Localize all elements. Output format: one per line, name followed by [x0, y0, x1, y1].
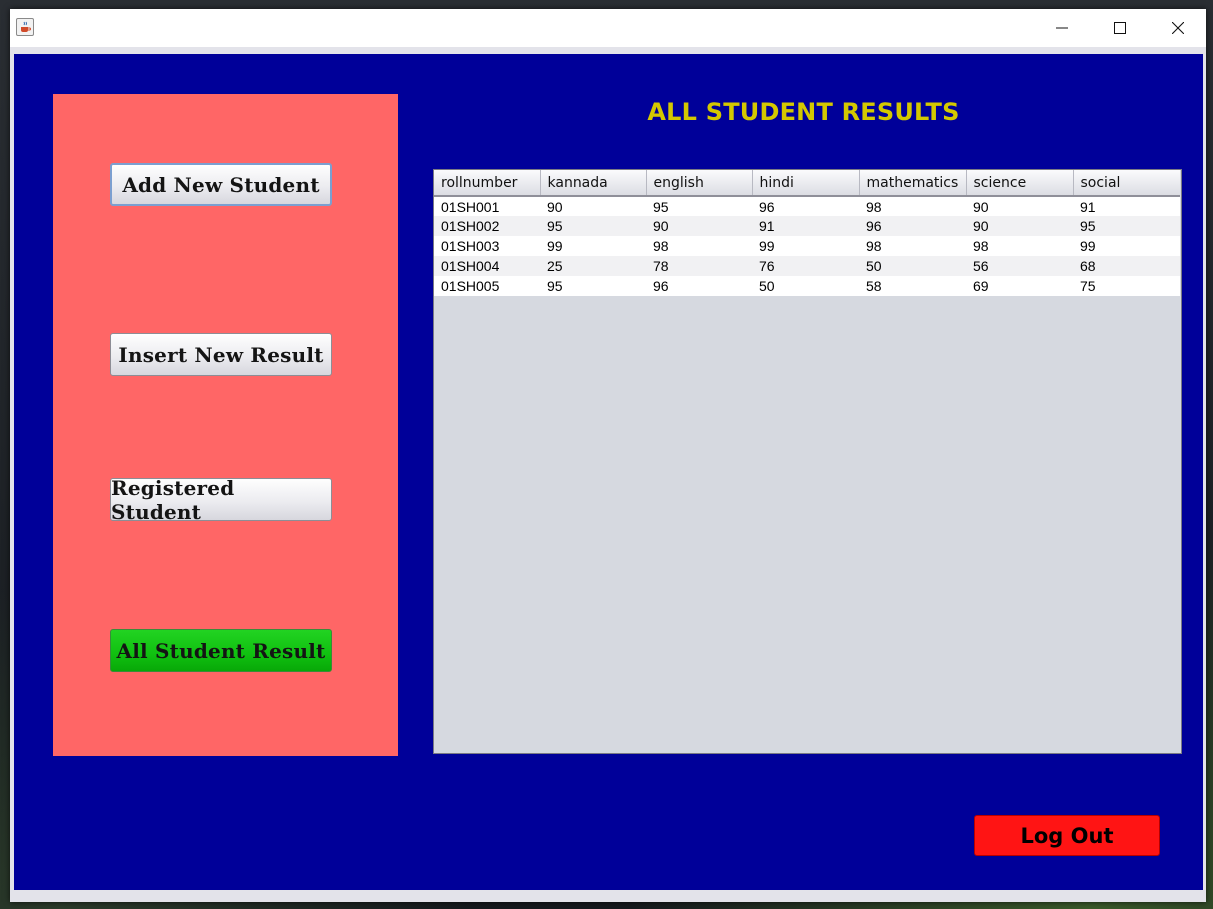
minimize-icon — [1056, 27, 1068, 29]
sidebar-panel: Add New Student Insert New Result Regist… — [53, 94, 398, 756]
registered-student-button[interactable]: Registered Student — [110, 476, 332, 524]
table-cell[interactable]: 50 — [859, 256, 966, 276]
page-title: ALL STUDENT RESULTS — [647, 98, 960, 126]
table-cell[interactable]: 01SH002 — [434, 216, 540, 236]
table-cell[interactable]: 01SH004 — [434, 256, 540, 276]
table-row[interactable]: 01SH004 25 78 76 50 56 68 — [434, 256, 1180, 276]
table-row[interactable]: 01SH003 99 98 99 98 98 99 — [434, 236, 1180, 256]
table-cell[interactable]: 99 — [540, 236, 646, 256]
table-cell[interactable]: 95 — [1073, 216, 1180, 236]
table-cell[interactable]: 96 — [646, 276, 752, 296]
table-cell[interactable]: 91 — [752, 216, 859, 236]
table-cell[interactable]: 01SH001 — [434, 196, 540, 216]
table-cell[interactable]: 58 — [859, 276, 966, 296]
table-row[interactable]: 01SH002 95 90 91 96 90 95 — [434, 216, 1180, 236]
table-cell[interactable]: 25 — [540, 256, 646, 276]
column-header[interactable]: rollnumber — [434, 170, 541, 197]
table-cell[interactable]: 95 — [540, 276, 646, 296]
table-cell[interactable]: 90 — [540, 196, 646, 216]
table-cell[interactable]: 90 — [966, 196, 1073, 216]
main-content-panel: Add New Student Insert New Result Regist… — [14, 54, 1203, 890]
log-out-button[interactable]: Log Out — [974, 815, 1160, 856]
insert-new-result-button[interactable]: Insert New Result — [110, 333, 332, 376]
table-cell[interactable]: 76 — [752, 256, 859, 276]
close-icon — [1172, 22, 1184, 34]
column-header[interactable]: hindi — [752, 170, 860, 197]
table-row[interactable]: 01SH001 90 95 96 98 90 91 — [434, 196, 1180, 216]
table-cell[interactable]: 99 — [1073, 236, 1180, 256]
add-new-student-button[interactable]: Add New Student — [110, 163, 332, 206]
title-bar[interactable] — [10, 9, 1206, 47]
app-window: Add New Student Insert New Result Regist… — [10, 9, 1206, 902]
column-header[interactable]: kannada — [540, 170, 647, 197]
table-cell[interactable]: 95 — [646, 196, 752, 216]
table-cell[interactable]: 96 — [752, 196, 859, 216]
maximize-button[interactable] — [1091, 9, 1149, 47]
table-cell[interactable]: 78 — [646, 256, 752, 276]
java-cup-icon — [16, 18, 34, 36]
table-cell[interactable]: 98 — [646, 236, 752, 256]
column-header[interactable]: english — [646, 170, 753, 197]
table-cell[interactable]: 68 — [1073, 256, 1180, 276]
table-row[interactable]: 01SH005 95 96 50 58 69 75 — [434, 276, 1180, 296]
table-cell[interactable]: 91 — [1073, 196, 1180, 216]
all-student-result-button[interactable]: All Student Result — [110, 629, 332, 672]
table-cell[interactable]: 98 — [859, 236, 966, 256]
table-cell[interactable]: 95 — [540, 216, 646, 236]
table-cell[interactable]: 96 — [859, 216, 966, 236]
table-header-row: rollnumber kannada english hindi mathema… — [434, 170, 1180, 197]
table-cell[interactable]: 90 — [966, 216, 1073, 236]
table-cell[interactable]: 98 — [966, 236, 1073, 256]
table-cell[interactable]: 69 — [966, 276, 1073, 296]
maximize-icon — [1114, 22, 1126, 34]
table-cell[interactable]: 50 — [752, 276, 859, 296]
table-cell[interactable]: 01SH005 — [434, 276, 540, 296]
table-cell[interactable]: 56 — [966, 256, 1073, 276]
table-cell[interactable]: 01SH003 — [434, 236, 540, 256]
table-cell[interactable]: 99 — [752, 236, 859, 256]
table-cell[interactable]: 75 — [1073, 276, 1180, 296]
minimize-button[interactable] — [1033, 9, 1091, 47]
results-table-container[interactable]: rollnumber kannada english hindi mathema… — [433, 169, 1182, 754]
column-header[interactable]: mathematics — [859, 170, 967, 197]
table-cell[interactable]: 98 — [859, 196, 966, 216]
results-table[interactable]: rollnumber kannada english hindi mathema… — [434, 170, 1180, 296]
table-cell[interactable]: 90 — [646, 216, 752, 236]
close-button[interactable] — [1149, 9, 1207, 47]
column-header[interactable]: social — [1073, 170, 1180, 197]
column-header[interactable]: science — [966, 170, 1074, 197]
